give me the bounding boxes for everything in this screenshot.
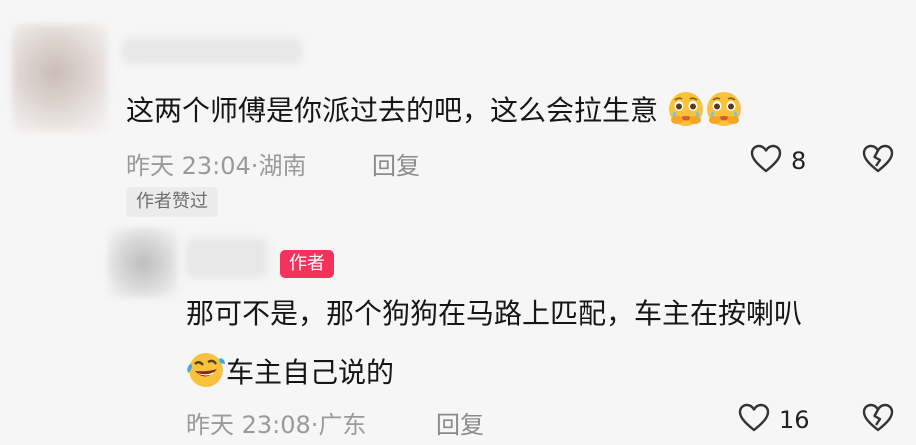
heart-outline-icon — [750, 144, 782, 174]
reply-dislike-button[interactable] — [862, 403, 894, 435]
reply-location: 广东 — [318, 411, 367, 439]
author-liked-tag: 作者赞过 — [126, 187, 218, 217]
reply-meta: 昨天 23:08·广东 — [186, 411, 367, 439]
replier-avatar[interactable] — [108, 228, 178, 298]
pleading-tears-emoji-icon — [667, 90, 705, 137]
laughing-tears-emoji-icon — [186, 350, 226, 399]
reply-reply-button[interactable]: 回复 — [436, 405, 484, 440]
reply-body-line2: 车主自己说的 — [226, 356, 395, 389]
broken-heart-icon — [862, 144, 894, 174]
like-count: 8 — [791, 147, 807, 175]
author-badge: 作者 — [280, 250, 334, 278]
reply-button[interactable]: 回复 — [372, 146, 420, 181]
like-button[interactable] — [750, 144, 782, 176]
commenter-avatar[interactable] — [12, 24, 108, 132]
heart-outline-icon — [738, 403, 770, 433]
comment-text: 这两个师傅是你派过去的吧，这么会拉生意 — [126, 90, 743, 137]
comment-time: 昨天 23:04 — [126, 152, 251, 180]
reply-like-count: 16 — [779, 406, 810, 434]
commenter-username[interactable] — [122, 38, 302, 64]
comment-body: 这两个师傅是你派过去的吧，这么会拉生意 — [126, 94, 659, 127]
broken-heart-icon — [862, 403, 894, 433]
reply-time: 昨天 23:08 — [186, 411, 311, 439]
comment-meta: 昨天 23:04·湖南 — [126, 152, 307, 180]
dislike-button[interactable] — [862, 144, 894, 176]
reply-text-line1: 那可不是，那个狗狗在马路上匹配，车主在按喇叭 — [186, 297, 803, 330]
reply-text-line2: 车主自己说的 — [186, 350, 394, 399]
comment-location: 湖南 — [258, 152, 307, 180]
reply-like-button[interactable] — [738, 403, 770, 435]
replier-username[interactable] — [186, 238, 268, 278]
pleading-tears-emoji-icon — [705, 90, 743, 137]
